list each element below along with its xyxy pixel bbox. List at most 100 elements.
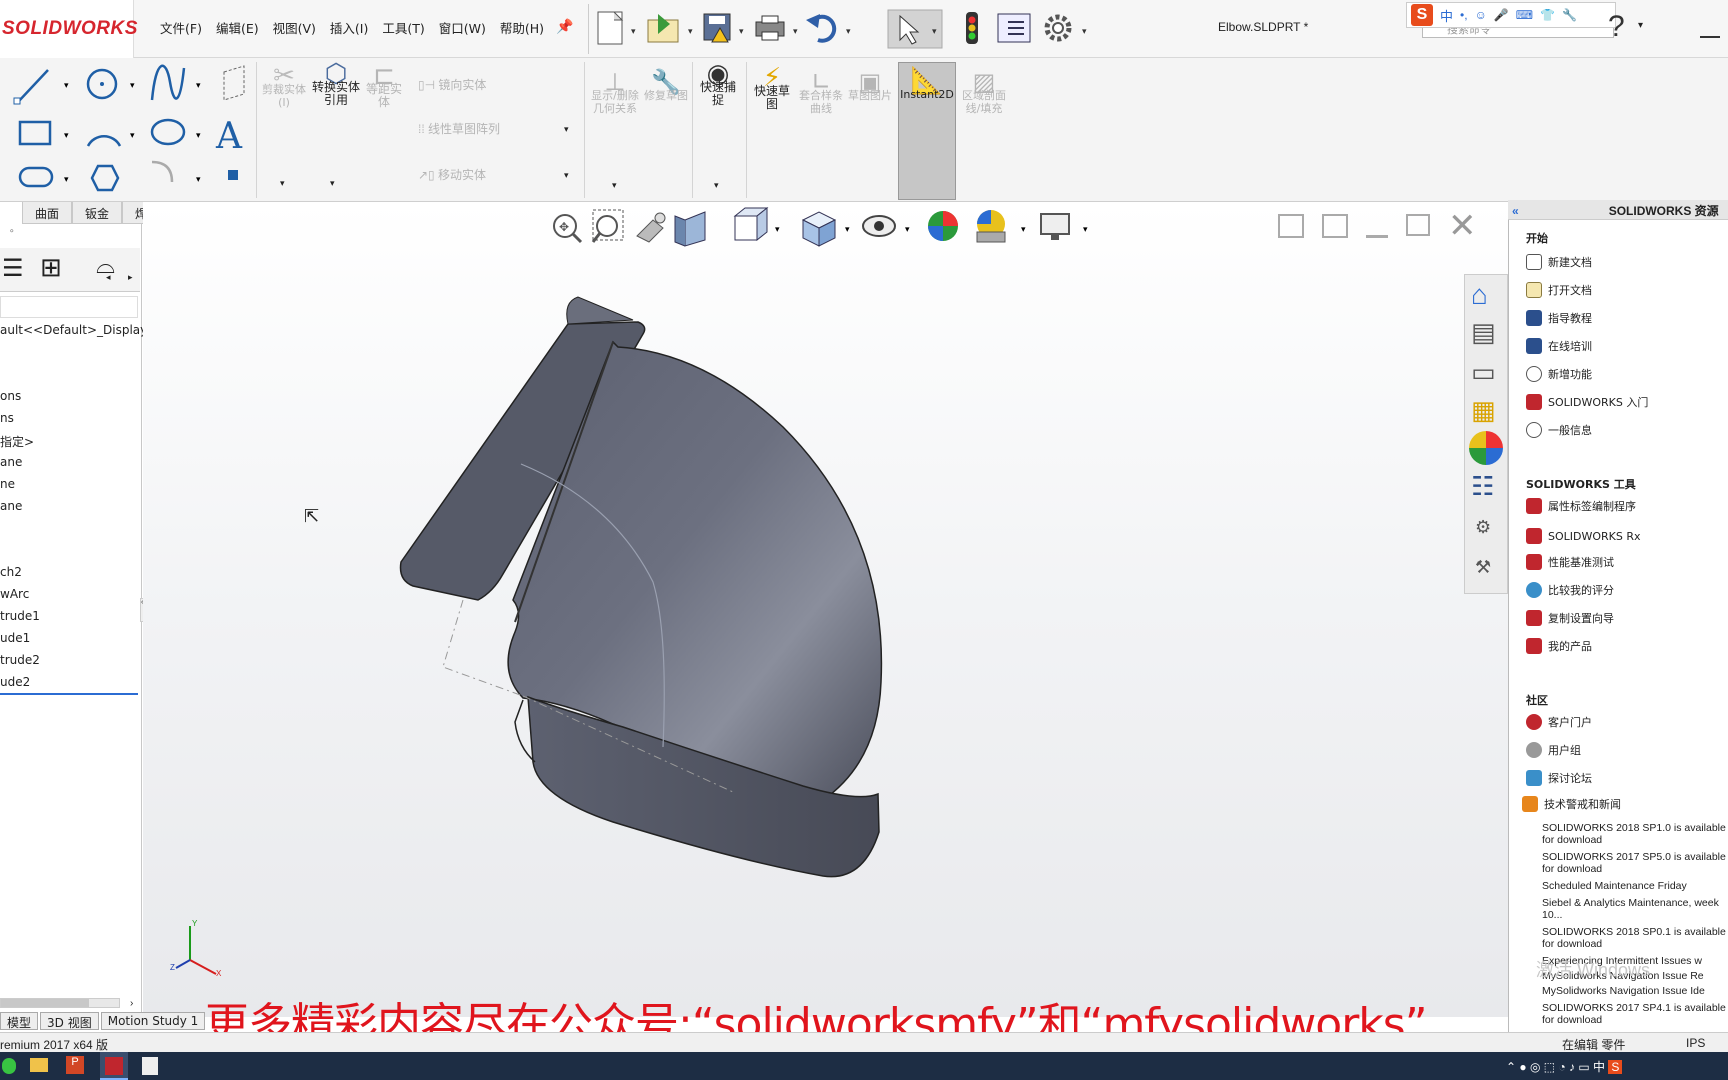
tabs-scroll-left-icon[interactable]: ◂ bbox=[106, 272, 111, 283]
show-relations-button[interactable]: ⊥ 显示/删除几何关系 bbox=[590, 70, 640, 115]
linear-pattern-button[interactable]: ⁞⁞ 线性草图阵列 bbox=[418, 120, 500, 137]
trim-dropdown-icon[interactable]: ▾ bbox=[280, 178, 285, 189]
move-dropdown-icon[interactable]: ▾ bbox=[564, 170, 569, 181]
rollback-bar[interactable] bbox=[0, 693, 138, 695]
ime-keyboard-icon[interactable]: ⌨ bbox=[1516, 8, 1533, 22]
scroll-right-icon[interactable]: › bbox=[130, 998, 133, 1009]
ime-language[interactable]: 中 bbox=[1440, 6, 1453, 25]
custom-properties-tab-icon[interactable]: ☷ bbox=[1471, 471, 1494, 502]
elbow-3d-model[interactable] bbox=[143, 202, 1508, 1017]
menu-help[interactable]: 帮助(H) bbox=[500, 18, 544, 37]
panel-grip-icon[interactable]: ⚬ bbox=[8, 226, 16, 237]
community-customer-portal[interactable]: 客户门户 bbox=[1526, 714, 1592, 730]
resource-new-document[interactable]: 新建文档 bbox=[1526, 254, 1592, 270]
resource-open-document[interactable]: 打开文档 bbox=[1526, 282, 1592, 298]
ime-tools-icon[interactable]: 🔧 bbox=[1562, 8, 1577, 22]
tree-item-extrude1b[interactable]: ude1 bbox=[0, 631, 30, 645]
design-library-tab-icon[interactable]: ▤ bbox=[1471, 317, 1496, 348]
tool-copy-settings[interactable]: 复制设置向导 bbox=[1526, 610, 1614, 626]
tree-item-extrude2b[interactable]: ude2 bbox=[0, 675, 30, 689]
news-item[interactable]: SOLIDWORKS 2018 SP0.1 is available for d… bbox=[1542, 926, 1728, 950]
resource-tutorials[interactable]: 指导教程 bbox=[1526, 310, 1592, 326]
tree-item-annotations[interactable]: ons bbox=[0, 389, 21, 403]
quick-snaps-dropdown-icon[interactable]: ▾ bbox=[714, 180, 719, 191]
minimize-app-icon[interactable] bbox=[1700, 36, 1720, 38]
tree-item-top-plane[interactable]: ne bbox=[0, 477, 15, 491]
horizontal-scrollbar[interactable] bbox=[0, 998, 120, 1008]
news-item[interactable]: Scheduled Maintenance Friday bbox=[1542, 880, 1728, 892]
tab-model[interactable]: 模型 bbox=[0, 1012, 39, 1030]
menu-insert[interactable]: 插入(I) bbox=[330, 18, 368, 37]
file-explorer-icon[interactable] bbox=[30, 1058, 48, 1072]
tree-item-extrude1[interactable]: trude1 bbox=[0, 609, 40, 623]
rapid-sketch-button[interactable]: ⚡ 快速草图 bbox=[750, 65, 794, 111]
tree-item-equations[interactable]: ns bbox=[0, 411, 14, 425]
mirror-entities-button[interactable]: ▯⊣ 镜向实体 bbox=[418, 76, 486, 93]
ime-toolbar[interactable]: S 中 •, ☺ 🎤 ⌨ 👕 🔧 bbox=[1406, 2, 1616, 28]
tab-sheet-metal[interactable]: 钣金 bbox=[72, 202, 123, 224]
menu-window[interactable]: 窗口(W) bbox=[439, 18, 486, 37]
tool-compare-score[interactable]: 比较我的评分 bbox=[1526, 582, 1614, 598]
tool-my-products[interactable]: 我的产品 bbox=[1526, 638, 1592, 654]
notepad-icon[interactable] bbox=[142, 1057, 158, 1075]
resource-whats-new[interactable]: 新增功能 bbox=[1526, 366, 1592, 382]
pin-icon[interactable]: 📌 bbox=[556, 18, 573, 35]
resource-getting-started[interactable]: SOLIDWORKS 入门 bbox=[1526, 394, 1648, 410]
ime-emoji-icon[interactable]: ☺ bbox=[1475, 8, 1487, 22]
tool-benchmark[interactable]: 性能基准测试 bbox=[1526, 554, 1614, 570]
tab-surfaces[interactable]: 曲面 bbox=[22, 202, 73, 224]
tree-item-material[interactable]: 指定> bbox=[0, 433, 34, 450]
convert-entities-button[interactable]: ⬡ 转换实体引用 bbox=[312, 61, 360, 107]
news-item[interactable]: Siebel & Analytics Maintenance, week 10.… bbox=[1542, 897, 1728, 921]
ime-skin-icon[interactable]: 👕 bbox=[1540, 8, 1555, 22]
appearances-tab-icon[interactable] bbox=[1469, 431, 1503, 465]
pattern-dropdown-icon[interactable]: ▾ bbox=[564, 124, 569, 135]
community-tech-alerts[interactable]: 技术警戒和新闻 bbox=[1522, 796, 1621, 812]
status-units[interactable]: IPS bbox=[1686, 1036, 1705, 1050]
trim-button[interactable]: ✂ 剪裁实体(I) bbox=[262, 63, 306, 109]
help-dropdown-icon[interactable]: ▾ bbox=[1638, 20, 1643, 31]
ime-punct-icon[interactable]: •, bbox=[1460, 8, 1468, 22]
move-entities-button[interactable]: ↗▯ 移动实体 bbox=[418, 166, 486, 183]
tab-3d-views[interactable]: 3D 视图 bbox=[40, 1012, 99, 1030]
sketch-picture-button[interactable]: ▣ 草图图片 bbox=[848, 70, 892, 102]
tool-solidworks-rx[interactable]: SOLIDWORKS Rx bbox=[1526, 528, 1641, 544]
offset-entities-button[interactable]: ⊏ 等距实体 bbox=[362, 63, 406, 109]
tree-item-sweep-arc[interactable]: wArc bbox=[0, 587, 29, 601]
news-item[interactable]: SOLIDWORKS 2017 SP5.0 is available for d… bbox=[1542, 851, 1728, 875]
menu-tools[interactable]: 工具(T) bbox=[382, 18, 424, 37]
news-item[interactable]: SOLIDWORKS 2017 SP4.1 is available for d… bbox=[1542, 1002, 1728, 1026]
feature-filter-input[interactable] bbox=[0, 296, 138, 318]
propertymanager-tab-icon[interactable]: ⊞ bbox=[40, 252, 62, 283]
sogou-icon[interactable]: S bbox=[1411, 4, 1433, 26]
collapse-pane-icon[interactable]: « bbox=[1512, 204, 1519, 218]
tree-item-extrude2[interactable]: trude2 bbox=[0, 653, 40, 667]
forum-tab-icon[interactable]: ⚒ bbox=[1475, 557, 1491, 578]
tree-item-right-plane[interactable]: ane bbox=[0, 499, 22, 513]
fit-spline-button[interactable]: ∟ 套合样条曲线 bbox=[798, 70, 844, 115]
convert-dropdown-icon[interactable]: ▾ bbox=[330, 178, 335, 189]
scrollbar-thumb[interactable] bbox=[1, 999, 89, 1007]
solidworks-taskbar-icon[interactable] bbox=[100, 1052, 128, 1080]
quick-snaps-button[interactable]: ◉ 快速捕捉 bbox=[696, 61, 740, 107]
region-hatch-button[interactable]: ▨ 区域剖面线/填充 bbox=[960, 70, 1008, 115]
solidworks-resources-tab-icon[interactable]: ⌂ bbox=[1471, 279, 1488, 311]
tree-item-sketch2[interactable]: ch2 bbox=[0, 565, 22, 579]
tabs-scroll-right-icon[interactable]: ▸ bbox=[128, 272, 133, 283]
menu-view[interactable]: 视图(V) bbox=[273, 18, 316, 37]
instant2d-button[interactable]: 📐 Instant2D bbox=[898, 62, 956, 200]
system-tray[interactable]: ⌃ ● ◎ ⬚ ◔ ♪ ▭ 中 S bbox=[1506, 1058, 1623, 1075]
repair-sketch-button[interactable]: 🔧 修复草图 bbox=[644, 70, 688, 102]
file-explorer-tab-icon[interactable]: ▭ bbox=[1471, 357, 1496, 388]
taskbar-app-icon[interactable] bbox=[2, 1058, 16, 1074]
view-palette-tab-icon[interactable]: ▦ bbox=[1471, 395, 1496, 426]
resource-general-info[interactable]: 一般信息 bbox=[1526, 422, 1592, 438]
relations-dropdown-icon[interactable]: ▾ bbox=[612, 180, 617, 191]
help-icon[interactable]: ? bbox=[1608, 10, 1625, 44]
tab-motion-study[interactable]: Motion Study 1 bbox=[100, 1012, 206, 1030]
ime-mic-icon[interactable]: 🎤 bbox=[1494, 8, 1509, 22]
news-item[interactable]: SOLIDWORKS 2018 SP1.0 is available for d… bbox=[1542, 822, 1728, 846]
menu-file[interactable]: 文件(F) bbox=[160, 18, 202, 37]
community-user-groups[interactable]: 用户组 bbox=[1526, 742, 1581, 758]
tree-item-front-plane[interactable]: ane bbox=[0, 455, 22, 469]
